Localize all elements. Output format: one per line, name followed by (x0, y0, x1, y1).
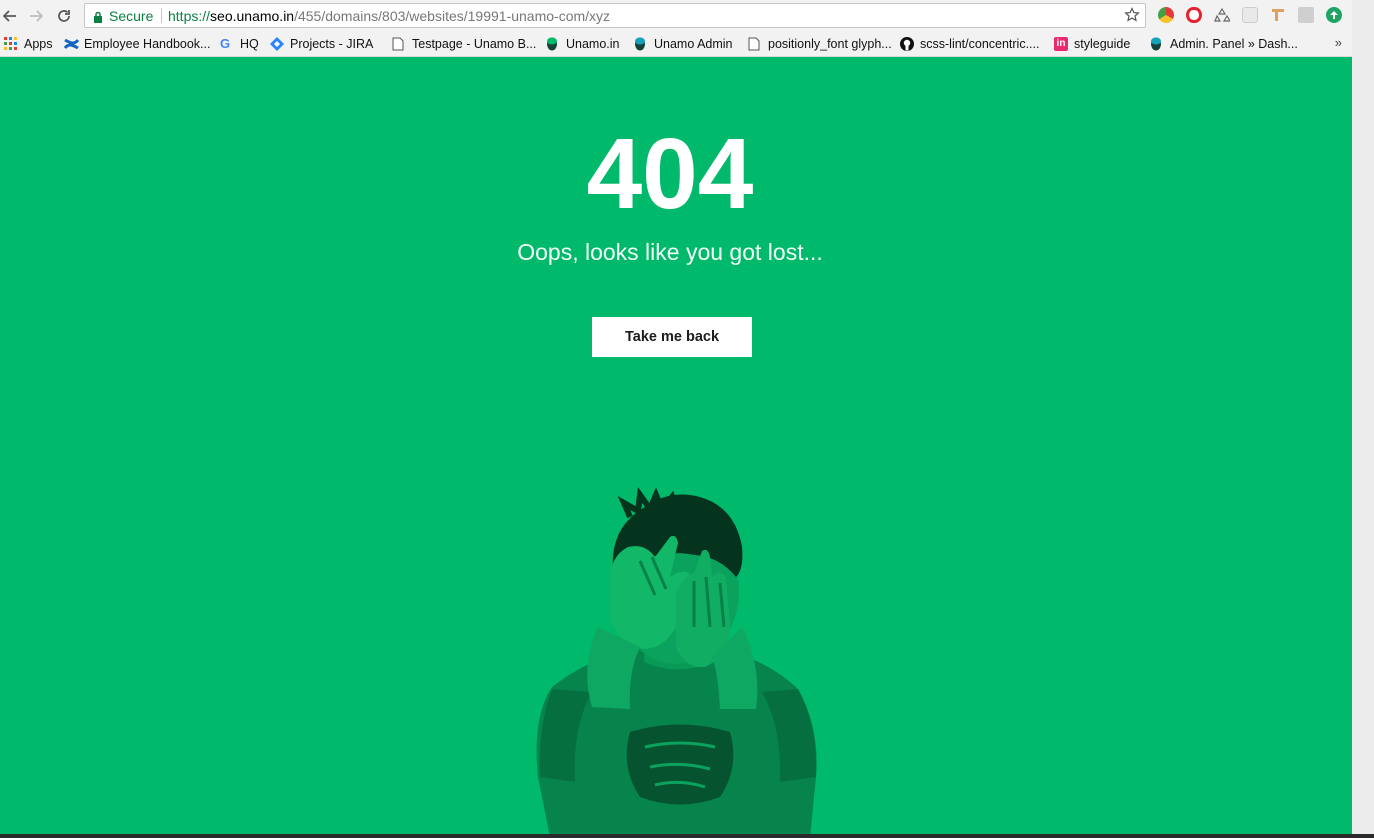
bookmark-styleguide[interactable]: in styleguide (1054, 36, 1130, 52)
address-bar[interactable]: Secure https://seo.unamo.in/455/domains/… (84, 3, 1146, 28)
omnibox-divider (161, 8, 162, 23)
back-arrow-icon[interactable] (0, 6, 20, 26)
bookmarks-bar: Apps Employee Handbook... G HQ Projects … (0, 32, 1352, 57)
bookmark-admin-panel[interactable]: Admin. Panel » Dash... (1150, 36, 1298, 52)
bookmark-hq[interactable]: G HQ (220, 36, 259, 52)
github-icon (900, 37, 914, 51)
reload-icon[interactable] (54, 6, 74, 26)
unamo-icon (546, 37, 560, 51)
url-path: /455/domains/803/websites/19991-unamo-co… (294, 8, 611, 24)
url-text[interactable]: https://seo.unamo.in/455/domains/803/web… (168, 8, 610, 24)
forward-arrow-icon[interactable] (26, 6, 46, 26)
bookmark-label: styleguide (1074, 37, 1131, 51)
lock-icon (93, 10, 103, 28)
bookmark-projects-jira[interactable]: Projects - JIRA (270, 36, 373, 52)
page-icon (748, 37, 762, 51)
window-side-edge (1352, 0, 1374, 838)
bookmark-employee-handbook[interactable]: Employee Handbook... (63, 36, 211, 52)
bookmark-label: Apps (24, 37, 53, 51)
invision-icon: in (1054, 37, 1068, 51)
bookmark-label: Employee Handbook... (84, 37, 211, 51)
bookmark-apps[interactable]: Apps (4, 36, 53, 52)
bookmark-unamo-in[interactable]: Unamo.in (546, 36, 620, 52)
window-bottom-edge (0, 834, 1374, 838)
jira-icon (270, 37, 284, 51)
unamo-icon (634, 37, 648, 51)
bookmarks-overflow-chevron-icon[interactable]: » (1335, 35, 1342, 50)
error-page: 404 Oops, looks like you got lost... Tak… (0, 57, 1352, 834)
bookmark-label: HQ (240, 37, 259, 51)
unamo-icon (1150, 37, 1164, 51)
error-message: Oops, looks like you got lost... (517, 239, 823, 265)
error-code: 404 (586, 118, 754, 230)
browser-toolbar: Secure https://seo.unamo.in/455/domains/… (0, 0, 1352, 32)
bookmark-label: Unamo Admin (654, 37, 733, 51)
opera-extension-icon[interactable] (1186, 7, 1202, 23)
page-icon (392, 37, 406, 51)
confluence-icon (63, 37, 80, 51)
bookmark-star-icon[interactable] (1124, 7, 1140, 28)
upload-extension-icon[interactable] (1326, 7, 1342, 23)
bookmark-label: Unamo.in (566, 37, 620, 51)
bookmark-positionly-font[interactable]: positionly_font glyph... (748, 36, 892, 52)
bookmark-label: scss-lint/concentric.... (920, 37, 1040, 51)
google-icon: G (220, 36, 231, 51)
bookmark-scss-lint[interactable]: scss-lint/concentric.... (900, 36, 1039, 52)
bookmark-label: Testpage - Unamo B... (412, 37, 537, 51)
bookmark-label: positionly_font glyph... (768, 37, 892, 51)
bookmark-unamo-admin[interactable]: Unamo Admin (634, 36, 733, 52)
chrome-extension-icon[interactable] (1158, 7, 1174, 23)
recycle-extension-icon[interactable] (1214, 7, 1232, 23)
bookmark-testpage[interactable]: Testpage - Unamo B... (392, 36, 536, 52)
bookmark-label: Admin. Panel » Dash... (1170, 37, 1298, 51)
bookmark-label: Projects - JIRA (290, 37, 374, 51)
take-me-back-button[interactable]: Take me back (592, 317, 752, 357)
url-scheme: https:// (168, 8, 211, 24)
secure-label: Secure (109, 8, 154, 24)
apps-grid-icon (4, 37, 18, 51)
bookmark-tool-icon[interactable] (1270, 7, 1286, 23)
url-host: seo.unamo.in (210, 8, 295, 24)
facepalm-person-image (536, 487, 817, 834)
lorem-extension-icon[interactable] (1298, 7, 1314, 23)
react-devtools-icon[interactable] (1242, 7, 1258, 23)
